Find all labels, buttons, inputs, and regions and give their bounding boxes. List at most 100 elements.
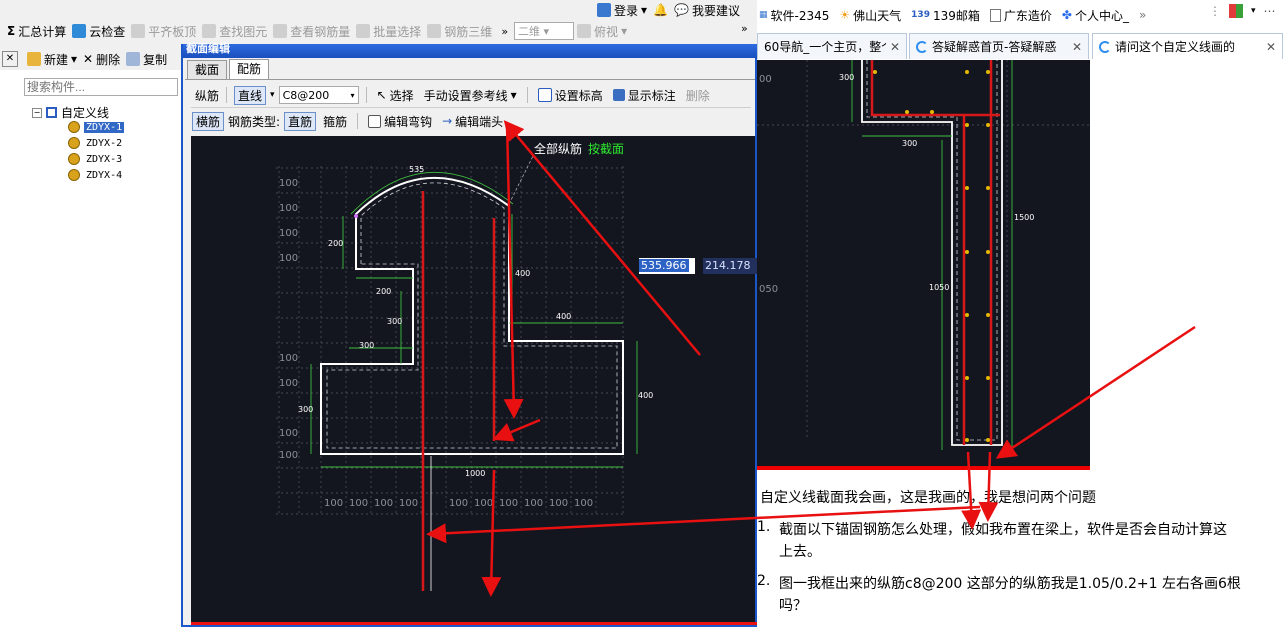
show-annotation-button[interactable]: 显示标注 <box>610 84 679 106</box>
bookmark-gd-cost[interactable]: 广东造价 <box>989 7 1052 24</box>
rebar-lines[interactable] <box>421 191 496 591</box>
page-icon <box>989 8 1001 22</box>
menu-dots-icon[interactable]: ⋮ <box>1209 4 1221 18</box>
tab-section[interactable]: 截面 <box>187 60 228 80</box>
find-element-button[interactable]: 查找图元 <box>199 20 270 42</box>
align-slab-button[interactable]: 平齐板顶 <box>128 20 199 42</box>
delete-rebar-button[interactable]: 删除 <box>683 84 713 106</box>
copy-button[interactable]: 复制 <box>123 48 170 70</box>
stirrup-button[interactable]: 箍筋 <box>320 110 350 132</box>
view-angle-icon <box>577 24 592 38</box>
cursor-icon: ↖ <box>376 88 387 102</box>
delete-icon: ✕ <box>83 52 94 66</box>
dim-text: 200 <box>376 287 391 296</box>
browser-tab-1[interactable]: 60导航_一个主页，整个 ✕ <box>757 33 907 59</box>
dim-text: 400 <box>515 269 530 278</box>
line-mode-button[interactable]: 直线 <box>234 85 267 105</box>
2345-icon: ▦ <box>759 10 768 20</box>
tree-root[interactable]: − 自定义线 <box>32 104 109 121</box>
select-button[interactable]: ↖ 选择 <box>374 84 417 106</box>
section-outline[interactable] <box>320 177 624 455</box>
browser-tab-3[interactable]: 请问这个自定义线画的 ✕ <box>1092 33 1283 59</box>
component-icon <box>68 169 80 181</box>
overflow-chevron-icon[interactable]: » <box>501 25 508 38</box>
bell-icon: 🔔 <box>653 3 668 17</box>
grid-label: 100 <box>524 498 543 509</box>
bookmark-bar: ▦ 软件-2345 ☀ 佛山天气 139 139邮箱 广东造价 ✤ 个人中心_ » <box>757 0 1283 30</box>
sum-calc-button[interactable]: Σ 汇总计算 <box>4 20 69 42</box>
tree-item-zdyx-1[interactable]: ZDYX-1 <box>68 121 125 133</box>
close-icon[interactable]: ✕ <box>2 51 18 67</box>
hook-icon <box>368 114 382 128</box>
coord-input-a[interactable]: 535.966 <box>639 258 695 274</box>
divider <box>365 87 367 103</box>
bookmark-overflow-icon[interactable]: » <box>1139 8 1146 22</box>
bell-button[interactable]: 🔔 <box>650 0 671 21</box>
overflow-chevron-icon[interactable]: » <box>741 22 748 35</box>
red-border <box>191 622 757 625</box>
chevron-down-icon[interactable]: ▾ <box>270 90 275 100</box>
batch-select-button[interactable]: 批量选择 <box>353 20 424 42</box>
post-image-detail: 300 300 1500 1050 00 050 <box>757 60 1090 470</box>
chevron-down-icon[interactable]: ▾ <box>1251 6 1256 16</box>
component-icon <box>68 153 80 165</box>
new-button[interactable]: 新建 ▾ <box>24 48 80 70</box>
set-elevation-button[interactable]: 设置标高 <box>535 84 606 106</box>
tree-item-zdyx-2[interactable]: ZDYX-2 <box>68 137 124 149</box>
more-icon[interactable]: ⋯ <box>1264 4 1276 18</box>
batch-select-icon <box>356 24 371 38</box>
login-button[interactable]: 登录 ▾ <box>594 0 650 21</box>
delete-button[interactable]: ✕ 删除 <box>80 48 123 70</box>
grid-label: 100 <box>279 428 298 439</box>
browser-tab-2[interactable]: 答疑解惑首页-答疑解惑 ✕ <box>909 33 1089 59</box>
grid-label: 100 <box>279 178 298 189</box>
view-angle-combo[interactable]: 俯视 ▾ <box>574 20 630 42</box>
dim-text: 300 <box>359 341 374 350</box>
bookmark-personal[interactable]: ✤ 个人中心_ <box>1062 7 1129 24</box>
tab-rebar[interactable]: 配筋 <box>229 59 270 80</box>
rebar-toolbar-row1: 纵筋 直线 ▾ C8@200 ▾ ↖ 选择 手动设置参考线 ▾ 设置标高 显示标注 … <box>195 84 713 106</box>
close-icon[interactable]: ✕ <box>1072 40 1082 54</box>
vertex-marker <box>354 214 358 218</box>
transverse-button[interactable]: 横筋 <box>192 111 225 131</box>
bookmark-weather[interactable]: ☀ 佛山天气 <box>839 7 901 24</box>
q2-number: 2. <box>757 573 771 589</box>
view-rebar-button[interactable]: 查看钢筋量 <box>270 20 353 42</box>
apps-icon[interactable] <box>1229 4 1243 18</box>
paw-icon: ✤ <box>1061 8 1072 22</box>
bookmark-2345[interactable]: ▦ 软件-2345 <box>759 7 829 24</box>
rebar-toolbar-row2: 横筋 钢筋类型: 直筋 箍筋 编辑弯钩 → 编辑端头 <box>192 110 506 132</box>
rebar-spec-combo[interactable]: C8@200 ▾ <box>278 86 359 104</box>
tab-divider <box>185 79 755 80</box>
dimension-lines <box>310 171 638 468</box>
dim-text: 200 <box>328 239 343 248</box>
straight-bar-button[interactable]: 直筋 <box>284 111 317 131</box>
dim-text: 300 <box>902 139 917 148</box>
close-icon[interactable]: ✕ <box>1266 40 1276 54</box>
view-mode-combo[interactable]: 二维 ▾ <box>514 22 575 40</box>
software-window: Σ 汇总计算 云检查 平齐板顶 查找图元 查看钢筋量 批量选择 钢筋三维 » 二维… <box>0 0 758 627</box>
dimension-texts: 535 200 200 300 300 400 400 400 300 1000 <box>298 165 653 478</box>
grid-label: 100 <box>574 498 593 509</box>
tree-item-zdyx-4[interactable]: ZDYX-4 <box>68 169 124 181</box>
close-icon[interactable]: ✕ <box>890 40 900 54</box>
ref-line-button[interactable]: 手动设置参考线 ▾ <box>421 84 520 106</box>
grid-label: 100 <box>474 498 493 509</box>
bookmark-139mail[interactable]: 139 139邮箱 <box>911 7 980 24</box>
section-canvas[interactable]: 100 100 100 100 100 100 100 100 100 100 … <box>191 136 757 622</box>
section-drawing[interactable]: 100 100 100 100 100 100 100 100 100 100 … <box>191 136 755 622</box>
by-section-label[interactable]: 按截面 <box>588 142 624 156</box>
suggest-button[interactable]: 💬 我要建议 <box>671 0 743 21</box>
tree-item-zdyx-3[interactable]: ZDYX-3 <box>68 153 124 165</box>
component-tree-panel: − 自定义线 ZDYX-1 ZDYX-2 ZDYX-3 ZDYX-4 <box>0 70 182 627</box>
edit-end-button[interactable]: → 编辑端头 <box>439 110 506 132</box>
rebar-3d-button[interactable]: 钢筋三维 <box>424 20 495 42</box>
longitudinal-label: 纵筋 <box>195 88 220 103</box>
coord-input-b[interactable]: 214.178 <box>703 258 757 274</box>
search-input[interactable] <box>24 78 178 96</box>
edit-hook-button[interactable]: 编辑弯钩 <box>365 110 435 132</box>
collapse-icon[interactable]: − <box>32 107 42 118</box>
detail-outline <box>861 60 1003 446</box>
cloud-check-button[interactable]: 云检查 <box>69 20 128 42</box>
all-longitudinal-label: 全部纵筋 <box>534 141 582 156</box>
